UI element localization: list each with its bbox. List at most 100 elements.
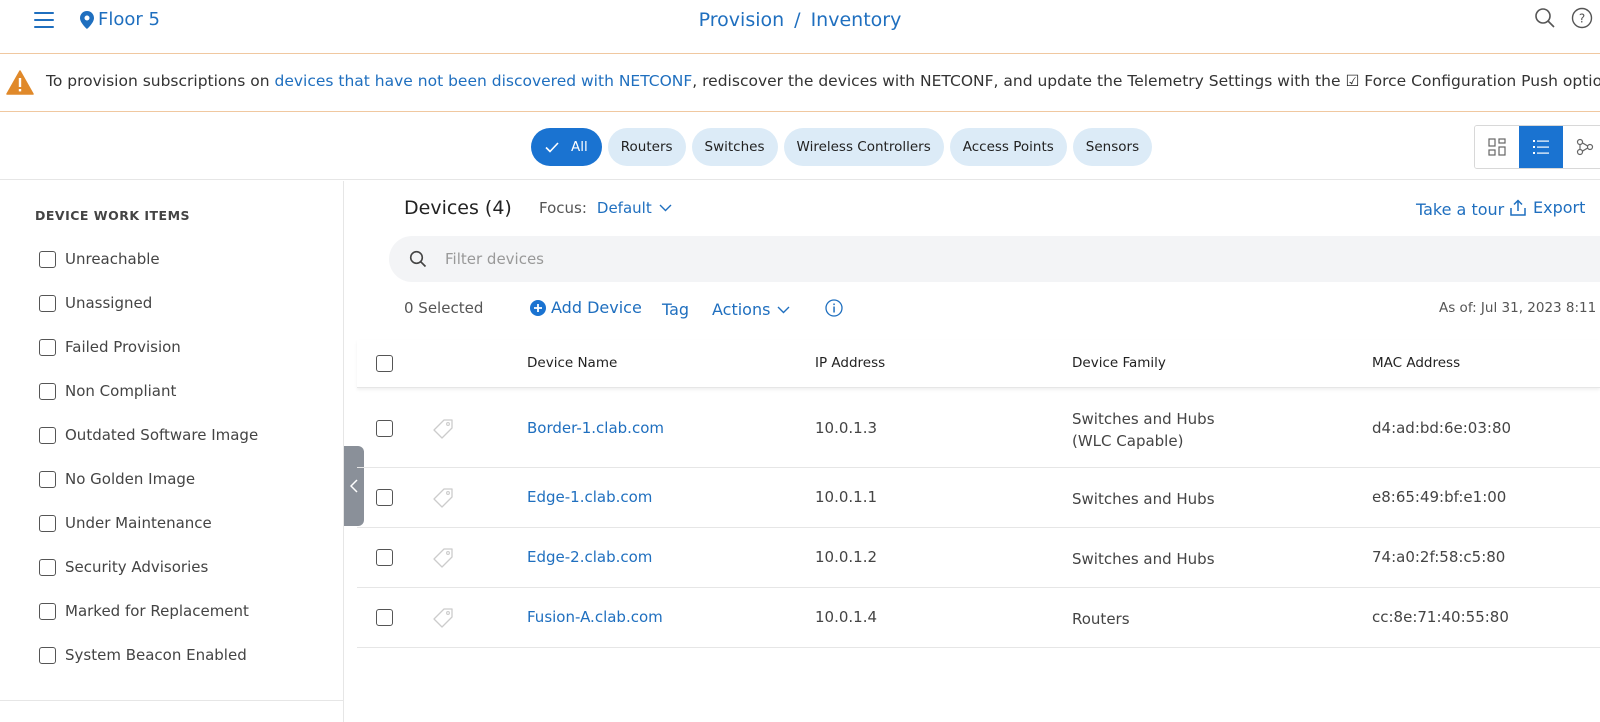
device-type-filters: All Routers Switches Wireless Controllers Ac…: [531, 128, 1153, 166]
table-row[interactable]: Border-1.clab.com 10.0.1.3 Switches and Hu…: [357, 389, 1600, 468]
work-item-system-beacon-enabled[interactable]: System Beacon Enabled: [39, 646, 247, 664]
work-item-outdated-software-image[interactable]: Outdated Software Image: [39, 426, 258, 444]
list-view-button[interactable]: [1519, 126, 1563, 168]
filter-pill-access-points[interactable]: Access Points: [949, 128, 1067, 166]
take-a-tour-link[interactable]: Take a tour: [1416, 200, 1504, 219]
panel-divider: [0, 700, 343, 701]
cell-ip-address: 10.0.1.3: [815, 419, 878, 437]
breadcrumb: Provision / Inventory: [0, 9, 1600, 31]
filter-pill-label: All: [571, 139, 588, 155]
export-icon: [1510, 198, 1526, 216]
work-item-checkbox[interactable]: [39, 646, 56, 664]
row-checkbox[interactable]: [376, 420, 393, 437]
cell-device-family: Routers: [1072, 608, 1130, 630]
column-mac-address[interactable]: MAC Address: [1372, 355, 1460, 371]
table-row[interactable]: Edge-2.clab.com 10.0.1.2 Switches and Hubs…: [357, 528, 1600, 588]
cell-device-name[interactable]: Fusion-A.clab.com: [527, 608, 663, 626]
work-item-marked-for-replacement[interactable]: Marked for Replacement: [39, 602, 249, 620]
warning-text: To provision subscriptions on devices th…: [46, 72, 1600, 90]
cell-device-name[interactable]: Border-1.clab.com: [527, 419, 664, 437]
column-device-family[interactable]: Device Family: [1072, 355, 1166, 371]
row-checkbox[interactable]: [376, 549, 393, 566]
location-selector[interactable]: Floor 5: [80, 9, 160, 30]
row-tag-button[interactable]: [432, 547, 454, 573]
tag-icon: [433, 488, 453, 508]
checkmark-icon: [545, 141, 559, 153]
warning-banner: To provision subscriptions on devices th…: [0, 54, 1600, 112]
work-item-label: Non Compliant: [65, 382, 177, 400]
focus-dropdown[interactable]: Default: [597, 199, 672, 217]
breadcrumb-provision[interactable]: Provision: [699, 9, 785, 31]
column-ip-address[interactable]: IP Address: [815, 355, 885, 371]
row-checkbox[interactable]: [376, 489, 393, 506]
chevron-down-icon: [777, 306, 790, 313]
help-icon[interactable]: ?: [1571, 7, 1593, 29]
focus-value: Default: [596, 199, 652, 217]
work-item-label: Security Advisories: [65, 558, 209, 576]
table-row[interactable]: Fusion-A.clab.com 10.0.1.4 Routers cc:8e:71…: [357, 588, 1600, 648]
work-item-no-golden-image[interactable]: No Golden Image: [39, 470, 195, 488]
work-item-checkbox[interactable]: [39, 602, 56, 620]
tag-button[interactable]: Tag: [662, 300, 689, 319]
export-label: Export: [1533, 198, 1586, 217]
cell-ip-address: 10.0.1.1: [815, 488, 878, 506]
work-item-checkbox[interactable]: [39, 426, 56, 444]
location-label: Floor 5: [98, 9, 160, 30]
list-view-icon: [1533, 140, 1549, 154]
actions-dropdown[interactable]: Actions: [712, 300, 790, 319]
focus-label: Focus:: [539, 199, 587, 217]
tag-icon: [433, 548, 453, 568]
work-item-checkbox[interactable]: [39, 338, 56, 356]
column-device-name[interactable]: Device Name: [527, 355, 617, 371]
export-button[interactable]: Export: [1509, 198, 1585, 217]
work-item-checkbox[interactable]: [39, 470, 56, 488]
cell-device-family-primary: Switches and Hubs: [1072, 490, 1215, 508]
work-item-non-compliant[interactable]: Non Compliant: [39, 382, 176, 400]
table-header: Device Name IP Address Device Family MAC…: [357, 340, 1600, 388]
svg-text:?: ?: [1579, 12, 1585, 26]
search-icon[interactable]: [1534, 7, 1556, 29]
filter-pill-label: Wireless Controllers: [796, 139, 931, 155]
cell-device-name[interactable]: Edge-1.clab.com: [527, 488, 652, 506]
filter-pill-label: Access Points: [962, 139, 1054, 155]
select-all-checkbox[interactable]: [376, 355, 393, 372]
cell-device-family-primary: Routers: [1072, 610, 1130, 628]
location-pin-icon: [80, 10, 94, 29]
filter-pill-switches[interactable]: Switches: [691, 128, 778, 166]
add-device-button[interactable]: Add Device: [530, 298, 642, 317]
netconf-devices-link[interactable]: devices that have not been discovered wi…: [274, 72, 692, 90]
row-tag-button[interactable]: [432, 418, 454, 444]
work-item-checkbox[interactable]: [39, 250, 56, 268]
filter-devices-input[interactable]: [445, 250, 1345, 268]
table-row[interactable]: Edge-1.clab.com 10.0.1.1 Switches and Hubs…: [357, 468, 1600, 528]
filter-pill-routers[interactable]: Routers: [607, 128, 686, 166]
work-item-checkbox[interactable]: [39, 514, 56, 532]
cell-device-name[interactable]: Edge-2.clab.com: [527, 548, 652, 566]
topology-icon: [1576, 138, 1594, 156]
devices-title: Devices (4): [404, 197, 512, 219]
work-item-checkbox[interactable]: [39, 382, 56, 400]
actions-label: Actions: [712, 300, 771, 319]
topology-view-button[interactable]: [1563, 126, 1600, 168]
search-icon: [409, 250, 427, 268]
device-type-filter-bar: All Routers Switches Wireless Controllers Ac…: [0, 112, 1600, 180]
breadcrumb-inventory[interactable]: Inventory: [811, 9, 902, 31]
cell-device-family-primary: Switches and Hubs: [1072, 410, 1215, 428]
grid-view-button[interactable]: [1475, 126, 1519, 168]
row-checkbox[interactable]: [376, 609, 393, 626]
menu-icon[interactable]: [34, 12, 54, 30]
breadcrumb-separator: /: [794, 9, 801, 31]
info-icon[interactable]: [825, 299, 843, 317]
row-tag-button[interactable]: [432, 487, 454, 513]
table-toolbar: 0 Selected Add Device Tag Actions As of:…: [0, 296, 1600, 320]
work-item-under-maintenance[interactable]: Under Maintenance: [39, 514, 212, 532]
work-item-checkbox[interactable]: [39, 558, 56, 576]
work-item-failed-provision[interactable]: Failed Provision: [39, 338, 181, 356]
work-item-security-advisories[interactable]: Security Advisories: [39, 558, 208, 576]
work-item-unreachable[interactable]: Unreachable: [39, 250, 160, 268]
filter-pill-sensors[interactable]: Sensors: [1072, 128, 1153, 166]
filter-pill-wireless-controllers[interactable]: Wireless Controllers: [783, 128, 944, 166]
filter-pill-all[interactable]: All: [531, 128, 602, 166]
cell-device-family: Switches and Hubs: [1072, 548, 1215, 570]
row-tag-button[interactable]: [432, 607, 454, 633]
